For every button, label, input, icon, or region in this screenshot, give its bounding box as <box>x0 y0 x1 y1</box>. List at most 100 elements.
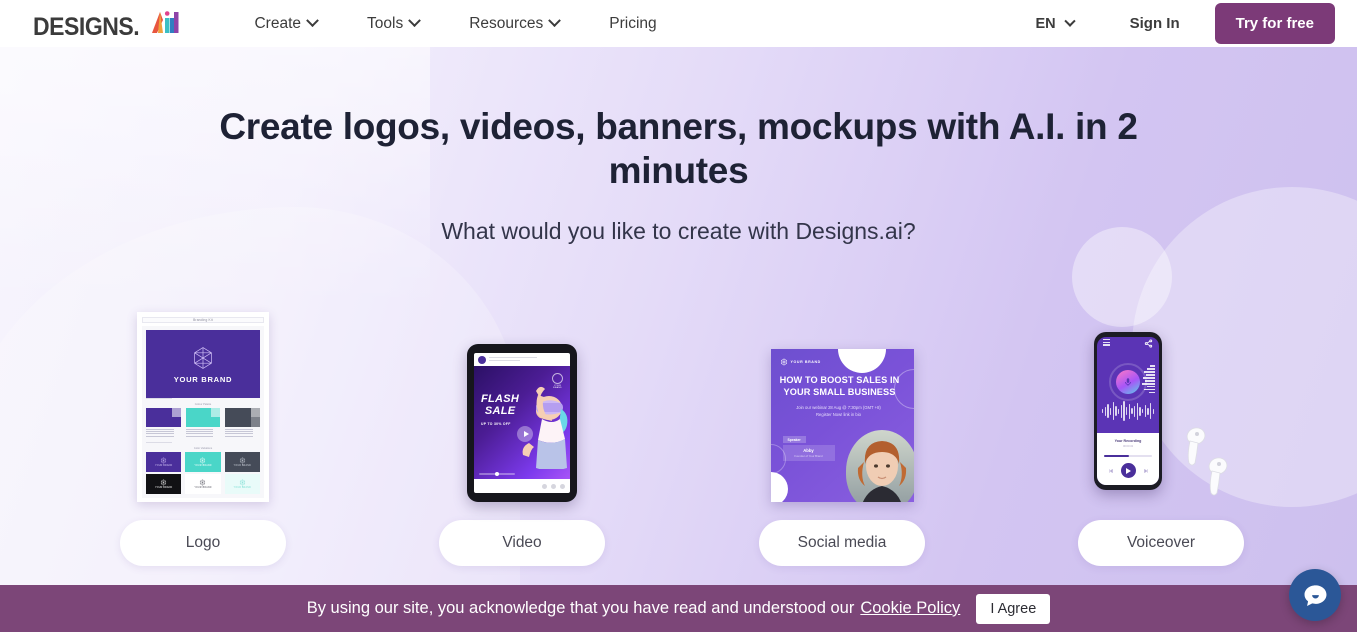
previous-icon[interactable] <box>1108 468 1114 474</box>
chevron-down-icon <box>548 14 562 28</box>
category-card-social-media[interactable]: YOUR BRAND HOW TO BOOST SALES IN YOUR SM… <box>712 302 972 566</box>
sheet-body: YOUR BRAND Colour Palette Color Variatio… <box>142 326 264 498</box>
category-card-voiceover[interactable]: Your Recording 00:00:32 Voiceover <box>1031 302 1291 566</box>
dot-icon <box>560 483 565 489</box>
dot-icon <box>542 483 547 489</box>
post-details: Join our webinar 28 Aug @ 7:30pm (GMT +8… <box>780 405 898 418</box>
category-card-list: Branding Kit YOUR BRAND Colour Palette C… <box>0 302 1357 566</box>
phone-screen: Your Recording 00:00:32 <box>1097 337 1159 485</box>
swatch-spec-lines <box>225 429 260 437</box>
nav-item-tools[interactable]: Tools <box>342 0 444 47</box>
polygon-logo-icon <box>200 457 206 464</box>
nav-item-create[interactable]: Create <box>229 0 342 47</box>
next-icon[interactable] <box>1143 468 1149 474</box>
playback-controls <box>1104 463 1152 479</box>
speaker-portrait <box>845 430 914 502</box>
speaker-name: Abby <box>803 448 814 453</box>
try-for-free-button[interactable]: Try for free <box>1214 3 1335 44</box>
variation-label: YOUR BRAND <box>155 486 173 489</box>
sheet-brand-hero: YOUR BRAND <box>146 330 260 398</box>
branding-kit-sheet: Branding Kit YOUR BRAND Colour Palette C… <box>137 312 269 502</box>
decor-circle <box>770 472 788 502</box>
swatch-spec-lines <box>185 429 221 437</box>
color-swatch <box>185 408 221 427</box>
equalizer-bars <box>1142 365 1155 394</box>
logo-variation: YOUR BRAND <box>146 451 182 472</box>
variation-label: YOUR BRAND <box>155 464 173 467</box>
page-root: DESIGNS. Create Tools Resources Pricing … <box>0 0 1357 632</box>
category-button-voiceover[interactable]: Voiceover <box>1078 520 1244 566</box>
mic-button[interactable] <box>1116 370 1140 394</box>
polygon-logo-icon <box>239 479 245 486</box>
category-card-logo[interactable]: Branding Kit YOUR BRAND Colour Palette C… <box>73 302 333 566</box>
recording-time: 00:00:32 <box>1122 444 1134 448</box>
chevron-down-icon <box>306 14 319 28</box>
tablet-mockup: YOUR BRAND FLASH SALE UP TO 30% OFF <box>467 344 577 502</box>
category-button-logo[interactable]: Logo <box>120 520 286 566</box>
menu-icon[interactable] <box>1103 338 1110 347</box>
sheet-brand-name: YOUR BRAND <box>173 374 233 384</box>
variation-label: YOUR BRAND <box>194 486 212 489</box>
flash-sale-title: FLASH SALE <box>481 393 519 417</box>
nav-label-tools: Tools <box>367 15 404 32</box>
logo-variation: YOUR BRAND <box>224 451 260 472</box>
logo-variation: YOUR BRAND <box>224 473 260 494</box>
app-playback-panel: Your Recording 00:00:32 <box>1097 433 1159 485</box>
playback-progress-bar[interactable] <box>1104 454 1152 458</box>
cookie-message: By using our site, you acknowledge that … <box>306 599 855 617</box>
language-selector[interactable]: EN <box>1035 15 1076 32</box>
post-details-line2: Register Now! link in bio <box>816 411 861 417</box>
polygon-logo-icon <box>780 358 787 366</box>
post-header <box>474 353 570 366</box>
chevron-down-icon <box>1063 15 1076 27</box>
i-agree-button[interactable]: I Agree <box>976 593 1051 624</box>
divider <box>146 398 172 399</box>
speaker-badge: Speaker <box>782 436 806 443</box>
chat-widget-button[interactable] <box>1289 569 1341 621</box>
sign-in-link[interactable]: Sign In <box>1130 15 1180 32</box>
category-card-video[interactable]: YOUR BRAND FLASH SALE UP TO 30% OFF Vide… <box>392 302 652 566</box>
swatch-group <box>185 408 221 438</box>
logo-variation: YOUR BRAND <box>146 473 182 494</box>
flash-sale-line2: SALE <box>484 404 516 417</box>
post-meta-placeholder <box>489 356 566 362</box>
site-logo[interactable]: DESIGNS. <box>33 9 179 39</box>
play-button[interactable] <box>1120 463 1136 479</box>
chat-bubble-icon <box>1304 584 1326 606</box>
logo-variation: YOUR BRAND <box>185 451 221 472</box>
header-actions: EN Sign In Try for free <box>1035 3 1357 44</box>
nav-item-resources[interactable]: Resources <box>444 0 584 47</box>
waveform <box>1102 401 1155 421</box>
site-header: DESIGNS. Create Tools Resources Pricing … <box>0 0 1357 47</box>
play-button-overlay[interactable] <box>517 426 533 442</box>
logo-wordmark: DESIGNS. <box>33 12 140 41</box>
phone-and-earbuds: Your Recording 00:00:32 <box>1086 332 1236 502</box>
category-button-social-media[interactable]: Social media <box>759 520 925 566</box>
video-progress-bar[interactable] <box>479 472 515 476</box>
cookie-policy-link[interactable]: Cookie Policy <box>860 599 960 618</box>
earbuds-illustration <box>1186 427 1228 496</box>
recording-title: Your Recording <box>1114 439 1142 443</box>
nav-label-pricing: Pricing <box>609 15 657 32</box>
sheet-section-palette: Colour Palette <box>194 403 212 406</box>
post-brand-label: YOUR BRAND <box>790 360 821 364</box>
share-icon[interactable] <box>1144 338 1153 348</box>
polygon-logo-icon <box>161 479 167 486</box>
variation-label: YOUR BRAND <box>233 486 251 489</box>
language-value: EN <box>1035 15 1056 32</box>
nav-item-pricing[interactable]: Pricing <box>584 0 681 47</box>
nav-label-resources: Resources <box>469 15 544 32</box>
speaker-role: Founder of Your Brand <box>794 454 823 458</box>
color-swatch <box>225 408 261 427</box>
phone-mockup: Your Recording 00:00:32 <box>1094 332 1162 490</box>
ai-logo-mark-icon <box>149 9 179 35</box>
variation-label: YOUR BRAND <box>233 464 251 467</box>
decor-circle <box>837 349 886 373</box>
post-details-line1: Join our webinar 28 Aug @ 7:30pm (GMT +8… <box>796 405 881 410</box>
polygon-logo-icon <box>239 457 245 464</box>
category-button-video[interactable]: Video <box>439 520 605 566</box>
post-title: HOW TO BOOST SALES IN YOUR SMALL BUSINES… <box>779 375 900 398</box>
chevron-down-icon <box>408 14 422 28</box>
microphone-icon <box>1125 378 1131 386</box>
page-title: Create logos, videos, banners, mockups w… <box>219 106 1138 191</box>
